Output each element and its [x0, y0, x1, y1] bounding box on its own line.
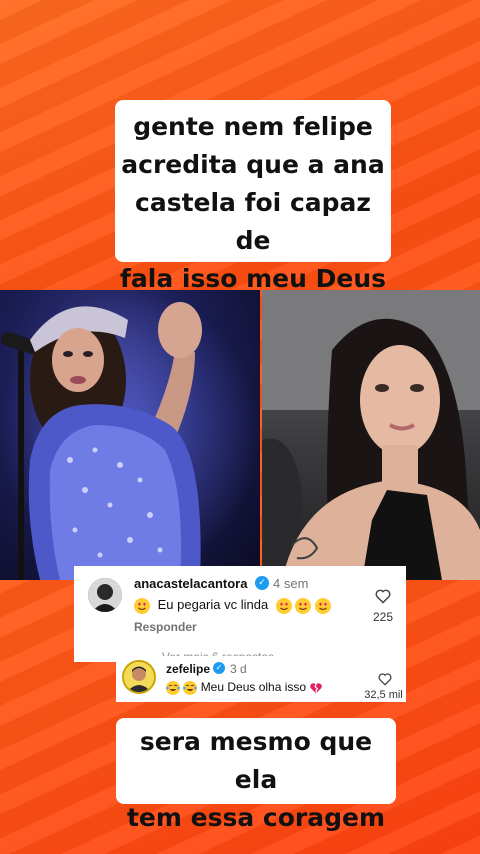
avatar[interactable] — [88, 578, 122, 612]
caption-top: gente nem felipe acredita que a ana cast… — [115, 100, 391, 293]
comment-username[interactable]: anacastelacantora — [134, 576, 247, 591]
laughing-tears-emoji — [166, 680, 180, 695]
caption-line: sera mesmo que ela — [139, 727, 373, 794]
reply-text: Meu Deus olha isso — [200, 680, 307, 694]
reply-time: 3 d — [230, 662, 247, 676]
verified-badge-icon: ✓ — [255, 576, 269, 590]
heart-outline-icon[interactable] — [374, 588, 392, 604]
heart-eyes-emoji — [315, 597, 332, 614]
singer-photo — [0, 290, 260, 580]
caption-line: castela foi capaz de — [135, 188, 371, 255]
reply-text-row: Meu Deus olha isso — [166, 680, 323, 695]
avatar-image — [88, 578, 122, 612]
like-count: 32,5 mil — [364, 689, 403, 701]
woman-illustration — [262, 290, 480, 580]
avatar[interactable] — [122, 660, 156, 694]
verified-badge-icon: ✓ — [213, 662, 225, 674]
comment-text-row: Eu pegaria vc linda — [134, 597, 332, 614]
comment-time: 4 sem — [273, 576, 309, 591]
singer-illustration — [0, 290, 260, 580]
broken-heart-emoji — [310, 683, 323, 694]
caption-bottom: sera mesmo que ela tem essa coragem — [116, 718, 396, 832]
heart-eyes-emoji — [134, 597, 150, 614]
caption-line: tem essa coragem — [126, 803, 386, 832]
reply-username[interactable]: zefelipe — [166, 662, 210, 676]
avatar-image — [124, 662, 154, 692]
laughing-tears-emoji — [183, 680, 198, 695]
comment-card: anacastelacantora ✓ 4 sem Eu pegaria vc … — [74, 566, 406, 662]
caption-line: acredita que a ana — [121, 150, 385, 179]
comment-text: Eu pegaria vc linda — [157, 597, 269, 612]
like-count: 225 — [372, 610, 394, 624]
heart-eyes-emoji — [275, 597, 292, 614]
caption-line: gente nem felipe — [133, 112, 373, 141]
reply-card: zefelipe ✓ 3 d Meu Deus olha isso 32,5 m… — [116, 656, 406, 702]
heart-outline-icon[interactable] — [377, 672, 393, 686]
heart-eyes-emoji — [295, 597, 312, 614]
reply-button[interactable]: Responder — [134, 620, 197, 634]
selfie-photo — [262, 290, 480, 580]
